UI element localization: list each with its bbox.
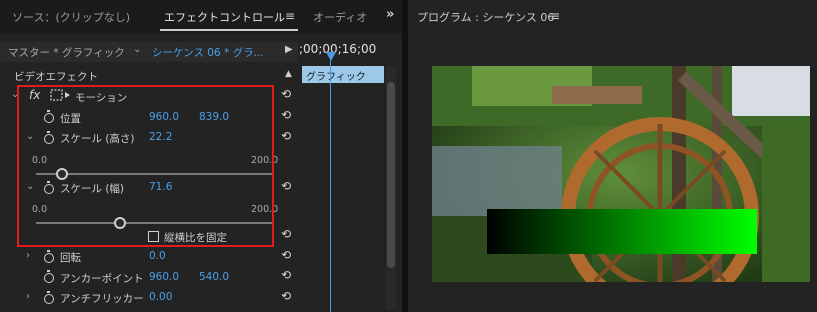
reset-icon[interactable]: ⟲ — [281, 268, 291, 282]
reset-icon[interactable]: ⟲ — [281, 108, 291, 122]
reset-icon[interactable]: ⟲ — [281, 179, 291, 193]
playhead-line[interactable] — [330, 60, 331, 312]
playhead-marker[interactable] — [326, 52, 336, 61]
graphic-clip-label: グラフィック — [306, 72, 366, 83]
rotation-label: 回転 — [60, 252, 81, 264]
reset-icon[interactable]: ⟲ — [281, 248, 291, 262]
monitor-footer — [408, 298, 817, 312]
hamburger-icon[interactable]: ≡ — [285, 9, 295, 23]
stopwatch-icon[interactable] — [44, 270, 54, 283]
chevron-right-icon[interactable]: › — [26, 291, 30, 302]
scrollbar-thumb[interactable] — [387, 82, 395, 268]
anchor-point-label: アンカーポイント — [60, 273, 144, 285]
timecode-display: ;00;00;16;00 — [299, 42, 377, 56]
play-only-clip-audio-icon[interactable]: ▶ — [285, 44, 293, 55]
highlight-annotation-box — [17, 85, 274, 247]
active-tab-indicator — [160, 29, 298, 31]
reset-icon[interactable]: ⟲ — [281, 129, 291, 143]
stopwatch-icon[interactable] — [44, 291, 54, 304]
chevron-down-icon[interactable]: ⌄ — [133, 44, 141, 55]
chevron-right-icon[interactable]: › — [26, 250, 30, 261]
collapse-up-icon[interactable]: ▲ — [285, 69, 292, 79]
reset-icon[interactable]: ⟲ — [281, 289, 291, 303]
anchor-point-x-value[interactable]: 960.0 — [149, 271, 179, 283]
water-wheel-scene — [432, 66, 810, 282]
anti-flicker-value[interactable]: 0.00 — [149, 291, 172, 303]
reset-icon[interactable]: ⟲ — [281, 227, 291, 241]
hamburger-icon[interactable]: ≡ — [550, 9, 560, 23]
panel-overflow-button[interactable]: » — [386, 7, 394, 22]
anti-flicker-label: アンチフリッカー — [60, 293, 144, 305]
stopwatch-icon[interactable] — [44, 250, 54, 263]
reset-icon[interactable]: ⟲ — [281, 87, 291, 101]
green-gradient-graphic[interactable] — [487, 209, 757, 254]
rotation-value[interactable]: 0.0 — [149, 250, 166, 262]
tab-audio[interactable]: オーディオ — [313, 9, 367, 25]
anchor-point-y-value[interactable]: 540.0 — [199, 271, 229, 283]
tab-effect-controls[interactable]: エフェクトコントロール — [164, 9, 285, 25]
tab-source[interactable]: ソース：(クリップなし) — [12, 9, 130, 25]
master-clip-label[interactable]: マスター * グラフィック — [8, 45, 125, 60]
video-effects-heading: ビデオエフェクト — [14, 71, 98, 83]
program-monitor-title[interactable]: プログラム : シーケンス 06 — [417, 9, 554, 25]
sequence-clip-label[interactable]: シーケンス 06 * グラ... — [152, 45, 264, 60]
program-video-frame[interactable] — [432, 66, 810, 282]
